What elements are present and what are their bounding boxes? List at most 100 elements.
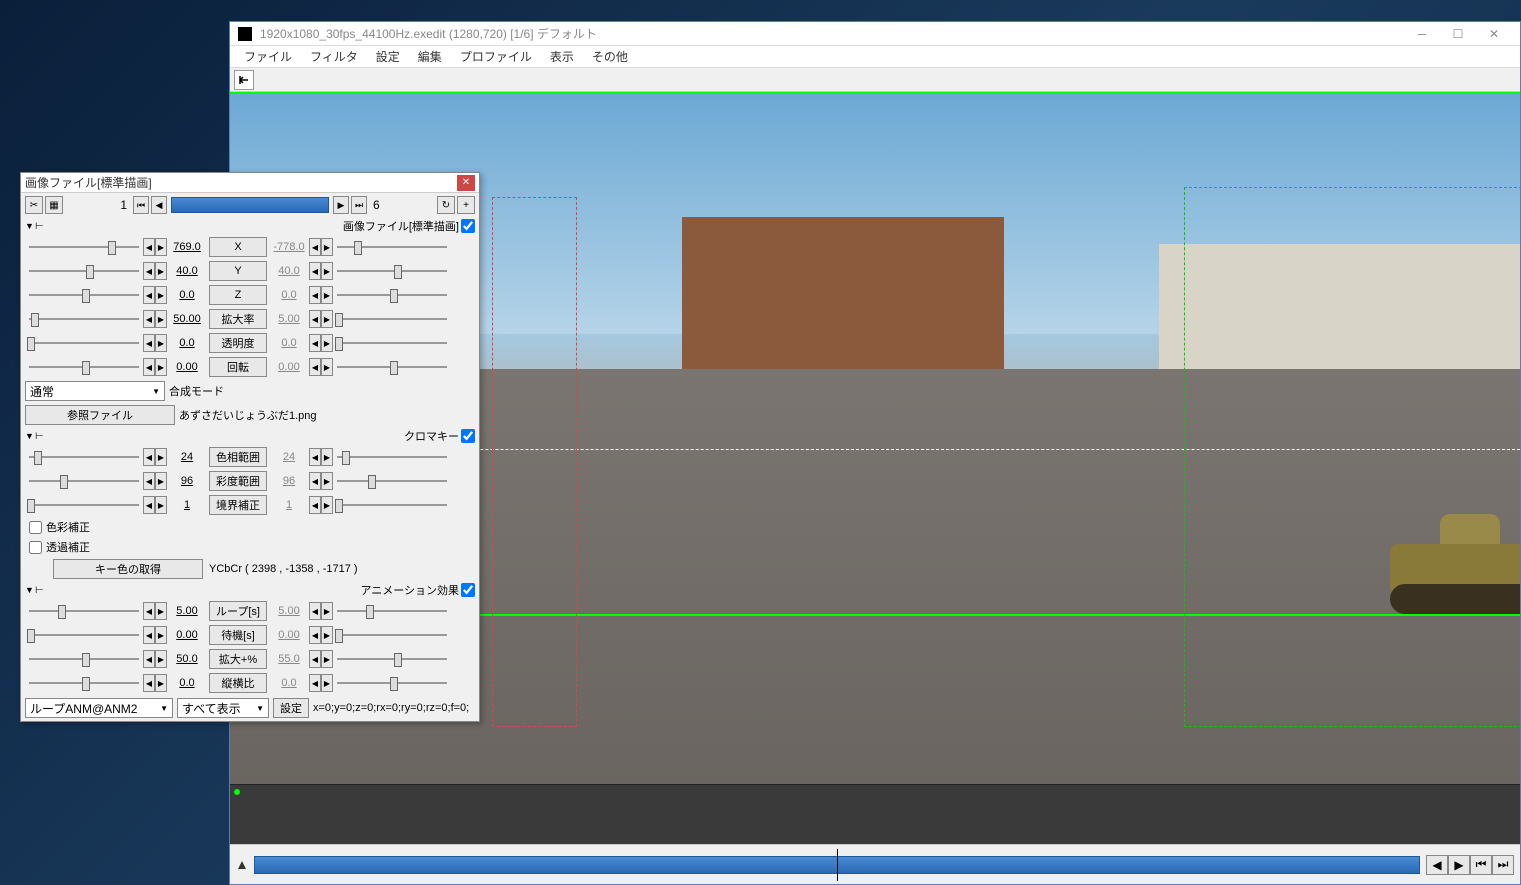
param-label-loop[interactable]: ループ[s] xyxy=(209,601,267,621)
slider-scale-right[interactable] xyxy=(333,310,451,328)
keyframe-icon[interactable]: ⊢ xyxy=(35,221,45,232)
timeline-playhead[interactable] xyxy=(837,849,838,881)
spin-right-inc-loop[interactable]: ▶ xyxy=(321,602,333,620)
frame-track[interactable] xyxy=(171,197,329,213)
frame-start-value[interactable]: 1 xyxy=(107,198,131,212)
spin-right-inc-edge[interactable]: ▶ xyxy=(321,496,333,514)
slider-aspect-left[interactable] xyxy=(25,674,143,692)
ref-file-button[interactable]: 参照ファイル xyxy=(25,405,175,425)
cut-icon[interactable]: ✂ xyxy=(25,196,43,214)
spin-left-dec-wait[interactable]: ◀ xyxy=(143,626,155,644)
spin-right-dec-z[interactable]: ◀ xyxy=(309,286,321,304)
key-color-button[interactable]: キー色の取得 xyxy=(53,559,203,579)
value-left-sat[interactable]: 96 xyxy=(167,475,207,487)
spin-left-inc-rot[interactable]: ▶ xyxy=(155,358,167,376)
section-chroma-checkbox[interactable] xyxy=(461,429,475,443)
slider-growp-left[interactable] xyxy=(25,650,143,668)
slider-y-left[interactable] xyxy=(25,262,143,280)
panel-close-button[interactable]: ✕ xyxy=(457,175,475,191)
slider-hue-right[interactable] xyxy=(333,448,451,466)
value-right-x[interactable]: -778.0 xyxy=(269,241,309,253)
spin-left-dec-z[interactable]: ◀ xyxy=(143,286,155,304)
anim-display-combo[interactable]: すべて表示 ▼ xyxy=(177,698,269,718)
spin-left-dec-growp[interactable]: ◀ xyxy=(143,650,155,668)
value-right-scale[interactable]: 5.00 xyxy=(269,313,309,325)
spin-left-dec-sat[interactable]: ◀ xyxy=(143,472,155,490)
spin-right-inc-z[interactable]: ▶ xyxy=(321,286,333,304)
frame-last-button[interactable]: ⏭ xyxy=(351,196,367,214)
spin-left-dec-scale[interactable]: ◀ xyxy=(143,310,155,328)
slider-z-left[interactable] xyxy=(25,286,143,304)
spin-right-dec-x[interactable]: ◀ xyxy=(309,238,321,256)
spin-left-inc-z[interactable]: ▶ xyxy=(155,286,167,304)
collapse-toggle-chroma[interactable]: ▼ xyxy=(25,431,35,441)
spin-left-inc-loop[interactable]: ▶ xyxy=(155,602,167,620)
value-left-hue[interactable]: 24 xyxy=(167,451,207,463)
next-frame-button[interactable]: ▶ xyxy=(1448,855,1470,875)
slider-x-left[interactable] xyxy=(25,238,143,256)
image-icon[interactable]: ▦ xyxy=(45,196,63,214)
menu-other[interactable]: その他 xyxy=(584,46,636,67)
spin-right-inc-hue[interactable]: ▶ xyxy=(321,448,333,466)
menu-view[interactable]: 表示 xyxy=(542,46,582,67)
close-button[interactable]: ✕ xyxy=(1476,23,1512,45)
selection-box-green[interactable] xyxy=(1184,187,1520,727)
collapse-toggle-anim[interactable]: ▼ xyxy=(25,585,35,595)
frame-prev-button[interactable]: ◀ xyxy=(151,196,167,214)
param-label-x[interactable]: X xyxy=(209,237,267,257)
spin-left-dec-hue[interactable]: ◀ xyxy=(143,448,155,466)
slider-sat-left[interactable] xyxy=(25,472,143,490)
spin-right-dec-edge[interactable]: ◀ xyxy=(309,496,321,514)
value-left-edge[interactable]: 1 xyxy=(167,499,207,511)
spin-left-inc-alpha[interactable]: ▶ xyxy=(155,334,167,352)
value-right-alpha[interactable]: 0.0 xyxy=(269,337,309,349)
slider-sat-right[interactable] xyxy=(333,472,451,490)
keyframe-icon[interactable]: ⊢ xyxy=(35,585,45,596)
maximize-button[interactable]: ☐ xyxy=(1440,23,1476,45)
value-right-growp[interactable]: 55.0 xyxy=(269,653,309,665)
timeline-track[interactable] xyxy=(254,856,1420,874)
value-right-aspect[interactable]: 0.0 xyxy=(269,677,309,689)
slider-scale-left[interactable] xyxy=(25,310,143,328)
spin-left-inc-growp[interactable]: ▶ xyxy=(155,650,167,668)
slider-edge-right[interactable] xyxy=(333,496,451,514)
param-label-rot[interactable]: 回転 xyxy=(209,357,267,377)
param-label-aspect[interactable]: 縦横比 xyxy=(209,673,267,693)
param-label-scale[interactable]: 拡大率 xyxy=(209,309,267,329)
spin-left-inc-edge[interactable]: ▶ xyxy=(155,496,167,514)
spin-left-dec-loop[interactable]: ◀ xyxy=(143,602,155,620)
section-anim-checkbox[interactable] xyxy=(461,583,475,597)
value-left-wait[interactable]: 0.00 xyxy=(167,629,207,641)
value-left-y[interactable]: 40.0 xyxy=(167,265,207,277)
frame-next-button[interactable]: ▶ xyxy=(333,196,349,214)
spin-left-dec-y[interactable]: ◀ xyxy=(143,262,155,280)
value-left-aspect[interactable]: 0.0 xyxy=(167,677,207,689)
spin-right-dec-sat[interactable]: ◀ xyxy=(309,472,321,490)
param-label-hue[interactable]: 色相範囲 xyxy=(209,447,267,467)
param-label-y[interactable]: Y xyxy=(209,261,267,281)
value-left-scale[interactable]: 50.00 xyxy=(167,313,207,325)
spin-left-inc-y[interactable]: ▶ xyxy=(155,262,167,280)
trans-correct-checkbox[interactable] xyxy=(29,541,42,554)
selection-box-red[interactable] xyxy=(492,197,577,727)
slider-x-right[interactable] xyxy=(333,238,451,256)
value-right-edge[interactable]: 1 xyxy=(269,499,309,511)
section-standard-checkbox[interactable] xyxy=(461,219,475,233)
param-label-alpha[interactable]: 透明度 xyxy=(209,333,267,353)
spin-left-dec-rot[interactable]: ◀ xyxy=(143,358,155,376)
menu-edit[interactable]: 編集 xyxy=(410,46,450,67)
color-correct-checkbox[interactable] xyxy=(29,521,42,534)
spin-right-inc-sat[interactable]: ▶ xyxy=(321,472,333,490)
spin-right-dec-alpha[interactable]: ◀ xyxy=(309,334,321,352)
spin-right-inc-rot[interactable]: ▶ xyxy=(321,358,333,376)
spin-left-dec-edge[interactable]: ◀ xyxy=(143,496,155,514)
spin-right-dec-wait[interactable]: ◀ xyxy=(309,626,321,644)
goto-start-button[interactable]: ⏮ xyxy=(1470,855,1492,875)
value-left-growp[interactable]: 50.0 xyxy=(167,653,207,665)
slider-y-right[interactable] xyxy=(333,262,451,280)
minimize-button[interactable]: ─ xyxy=(1404,23,1440,45)
slider-alpha-right[interactable] xyxy=(333,334,451,352)
spin-left-dec-aspect[interactable]: ◀ xyxy=(143,674,155,692)
spin-right-inc-x[interactable]: ▶ xyxy=(321,238,333,256)
spin-right-dec-loop[interactable]: ◀ xyxy=(309,602,321,620)
